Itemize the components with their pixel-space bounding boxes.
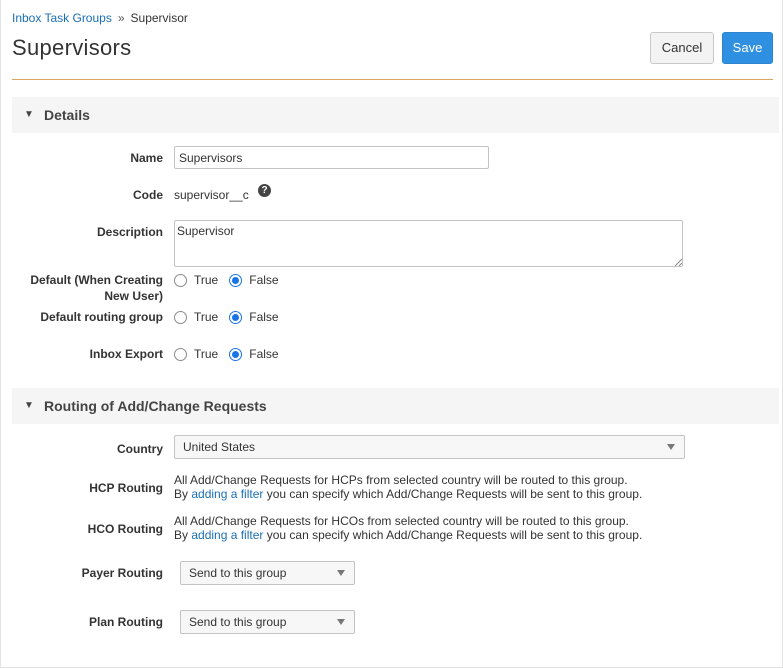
details-section-title: Details: [44, 107, 90, 123]
cancel-button[interactable]: Cancel: [650, 32, 714, 64]
default-routing-true-radio[interactable]: [174, 310, 187, 324]
default-new-user-false-label[interactable]: False: [249, 273, 278, 287]
plan-routing-select-value: Send to this group: [189, 615, 287, 629]
hco-routing-line2: By adding a filter you can specify which…: [174, 528, 642, 542]
breadcrumb-separator: »: [117, 11, 125, 25]
hco-routing-description: All Add/Change Requests for HCOs from se…: [174, 514, 642, 542]
caret-down-icon: [667, 444, 675, 450]
default-routing-false-label[interactable]: False: [249, 310, 278, 324]
title-divider: [12, 79, 773, 80]
payer-routing-select[interactable]: Send to this group: [180, 561, 355, 585]
routing-section-title: Routing of Add/Change Requests: [44, 398, 267, 414]
page-title: Supervisors: [12, 35, 132, 60]
caret-down-icon: [337, 619, 345, 625]
default-new-user-label-line2: New User): [104, 289, 163, 303]
routing-section-header[interactable]: ▼ Routing of Add/Change Requests: [12, 388, 779, 424]
hcp-filter-prefix: By: [174, 487, 192, 501]
hcp-routing-line1: All Add/Change Requests for HCPs from se…: [174, 473, 628, 487]
plan-routing-label: Plan Routing: [89, 615, 163, 629]
inbox-export-false-radio[interactable]: [229, 347, 243, 361]
default-new-user-false-radio[interactable]: [229, 273, 243, 287]
inbox-export-true-radio[interactable]: [174, 347, 187, 361]
breadcrumb-current: Supervisor: [130, 11, 188, 25]
hcp-routing-label: HCP Routing: [89, 481, 163, 495]
breadcrumb-link-inbox-task-groups[interactable]: Inbox Task Groups: [12, 11, 112, 25]
default-routing-false-radio[interactable]: [229, 310, 243, 324]
name-label: Name: [130, 151, 163, 165]
resize-grip-icon[interactable]: [674, 258, 682, 266]
caret-down-icon: [337, 570, 345, 576]
default-new-user-true-label[interactable]: True: [194, 273, 218, 287]
country-select[interactable]: United States: [174, 435, 685, 459]
save-button[interactable]: Save: [722, 32, 773, 64]
name-input[interactable]: [174, 146, 489, 169]
hco-filter-suffix: you can specify which Add/Change Request…: [263, 528, 643, 542]
hco-filter-prefix: By: [174, 528, 192, 542]
hco-routing-line1: All Add/Change Requests for HCOs from se…: [174, 514, 629, 528]
default-new-user-true-radio[interactable]: [174, 273, 187, 287]
default-routing-label: Default routing group: [40, 310, 163, 324]
hcp-routing-description: All Add/Change Requests for HCPs from se…: [174, 473, 642, 501]
default-routing-true-label[interactable]: True: [194, 310, 218, 324]
inbox-export-radio-group: True False: [174, 346, 290, 362]
hco-routing-label: HCO Routing: [87, 522, 163, 536]
country-select-value: United States: [183, 440, 256, 454]
details-section-header[interactable]: ▼ Details: [12, 97, 779, 133]
hcp-filter-suffix: you can specify which Add/Change Request…: [263, 487, 643, 501]
inbox-export-false-label[interactable]: False: [249, 347, 278, 361]
triangle-down-icon: ▼: [24, 109, 34, 120]
hcp-routing-line2: By adding a filter you can specify which…: [174, 487, 642, 501]
default-new-user-label: Default (When Creating New User): [30, 272, 163, 304]
hcp-adding-filter-link[interactable]: adding a filter: [191, 487, 263, 501]
country-label: Country: [117, 442, 163, 456]
hco-adding-filter-link[interactable]: adding a filter: [191, 528, 263, 542]
default-routing-radio-group: True False: [174, 309, 290, 325]
inbox-export-label: Inbox Export: [89, 347, 163, 361]
question-circle-icon[interactable]: ?: [258, 184, 271, 197]
code-value: supervisor__c: [174, 188, 249, 202]
triangle-down-icon: ▼: [24, 400, 34, 411]
plan-routing-select[interactable]: Send to this group: [180, 610, 355, 634]
code-label: Code: [133, 188, 163, 202]
description-textarea[interactable]: Supervisor: [174, 220, 683, 267]
breadcrumb: Inbox Task Groups » Supervisor: [12, 11, 188, 25]
inbox-export-true-label[interactable]: True: [194, 347, 218, 361]
payer-routing-label: Payer Routing: [81, 566, 163, 580]
description-label: Description: [96, 225, 163, 239]
payer-routing-select-value: Send to this group: [189, 566, 287, 580]
default-new-user-radio-group: True False: [174, 272, 290, 288]
default-new-user-label-line1: Default (When Creating: [30, 273, 163, 287]
